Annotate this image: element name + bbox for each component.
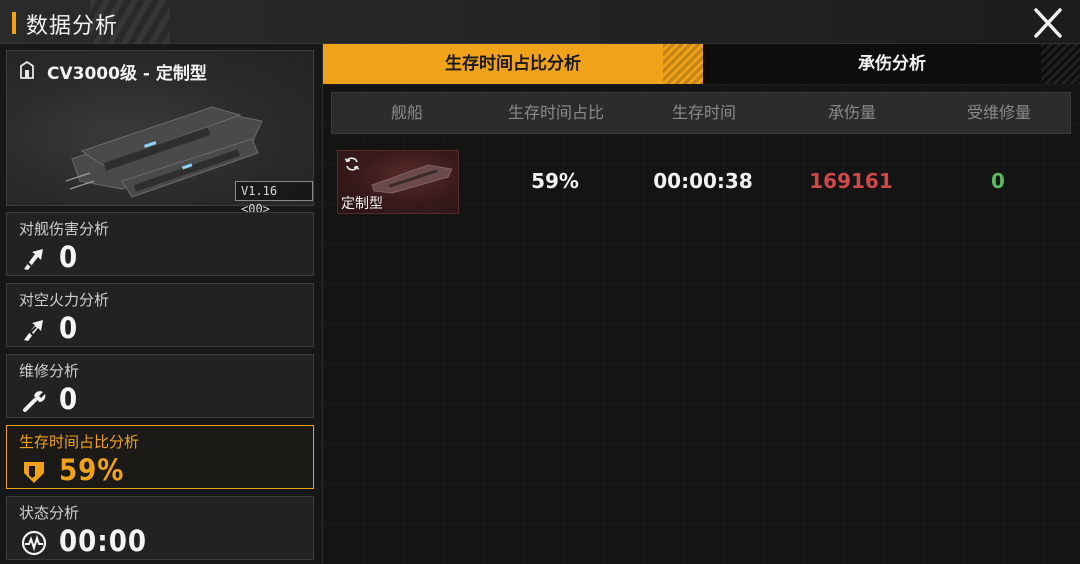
tab-hatch-decoration (663, 44, 703, 84)
header-survival-time: 生存时间 (671, 103, 736, 122)
anti-ship-icon (24, 249, 43, 270)
cell-survival-time: 00:00:38 (653, 169, 753, 193)
anti-air-icon (24, 320, 43, 341)
cell-survival-ratio: 59% (531, 169, 579, 193)
close-button[interactable] (1030, 6, 1066, 40)
tab-label: 生存时间占比分析 (445, 54, 581, 74)
ship-class-icon (20, 61, 34, 79)
stat-label: 对舰伤害分析 (19, 220, 110, 238)
stat-label: 生存时间占比分析 (19, 433, 140, 451)
cell-repair-received: 0 (991, 169, 1005, 193)
stat-value: 0 (59, 382, 79, 416)
shield-icon (24, 462, 44, 483)
ship-thumbnail[interactable]: 定制型 (337, 150, 459, 214)
tab-damage-taken[interactable]: 承伤分析 (703, 44, 1080, 84)
wrench-icon (23, 391, 46, 412)
right-panel: 生存时间占比分析 承伤分析 舰船 生存时间占比 生存时间 承伤量 受维修量 定制… (322, 44, 1080, 564)
stat-repair[interactable]: 维修分析 0 (6, 354, 314, 418)
ship-thumbnail-image (371, 164, 453, 194)
header-damage-taken: 承伤量 (827, 103, 876, 122)
stat-label: 维修分析 (19, 362, 80, 380)
stat-value: 00:00 (59, 524, 148, 558)
cell-damage-taken: 169161 (809, 169, 893, 193)
stat-value: 0 (59, 240, 79, 274)
stat-survival-time-ratio[interactable]: 生存时间占比分析 59% (6, 425, 314, 489)
stat-label: 状态分析 (19, 504, 80, 522)
tab-survival-time-ratio[interactable]: 生存时间占比分析 (323, 44, 703, 84)
tab-hatch-decoration (1041, 44, 1080, 84)
tab-label: 承伤分析 (858, 54, 926, 74)
title-accent-bar (12, 12, 16, 34)
close-icon (1034, 8, 1062, 38)
pulse-icon (21, 530, 47, 556)
stat-status[interactable]: 状态分析 00:00 (6, 496, 314, 560)
window-title: 数据分析 (26, 14, 119, 39)
refresh-icon[interactable] (344, 156, 360, 172)
ship-card: CV3000级 - 定制型 V1.16 <00> (6, 50, 314, 216)
table-row[interactable]: 定制型 59% 00:00:38 169161 0 (331, 148, 1071, 214)
header-ship: 舰船 (390, 103, 423, 122)
stat-value: 0 (59, 311, 79, 345)
left-panel: CV3000级 - 定制型 V1.16 <00> 对舰伤害分析 0 对空火力分析… (6, 50, 314, 564)
ship-thumbnail-label: 定制型 (341, 196, 383, 212)
stat-anti-air-fire[interactable]: 对空火力分析 0 (6, 283, 314, 347)
stat-label: 对空火力分析 (19, 291, 110, 309)
header-survival-ratio: 生存时间占比 (507, 103, 604, 122)
top-bar: 数据分析 (0, 0, 1080, 44)
header-repair-received: 受维修量 (966, 103, 1031, 122)
stat-anti-ship-damage[interactable]: 对舰伤害分析 0 (6, 212, 314, 276)
table-header: 舰船 生存时间占比 生存时间 承伤量 受维修量 (331, 92, 1071, 134)
version-badge: V1.16 <00> (235, 181, 313, 216)
stat-value: 59% (59, 453, 125, 487)
